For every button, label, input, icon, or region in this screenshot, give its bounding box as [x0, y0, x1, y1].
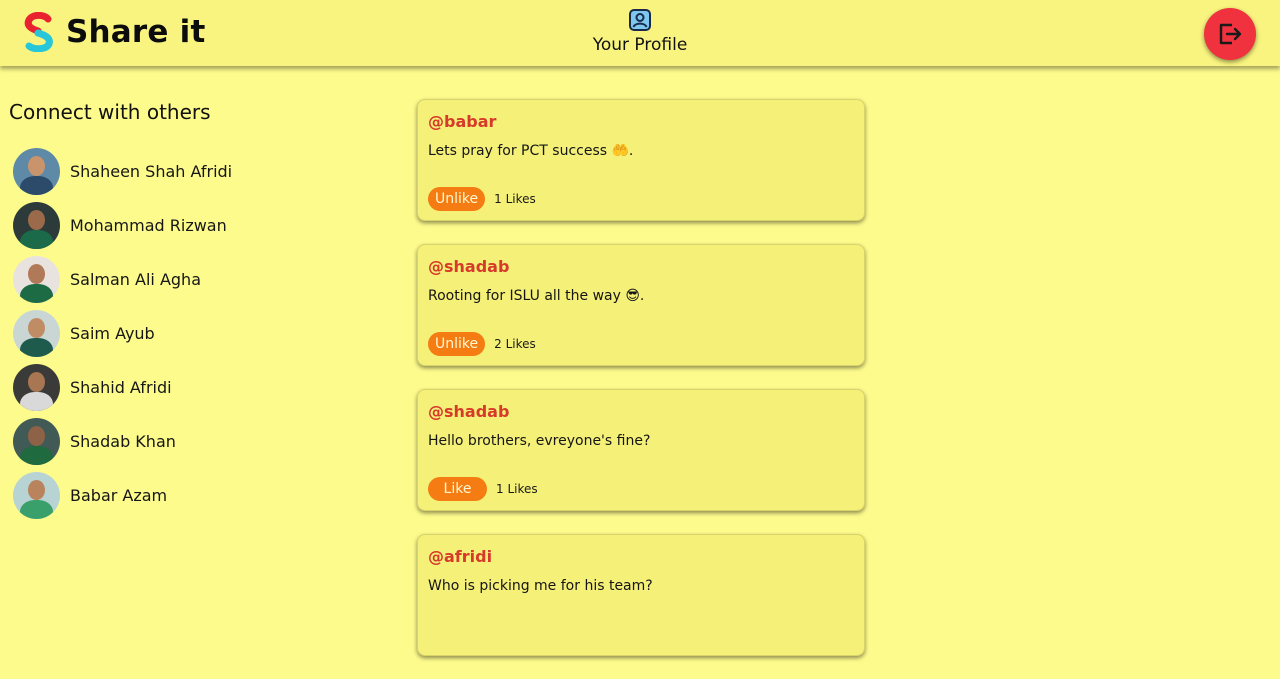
- user-name: Shaheen Shah Afridi: [70, 162, 233, 181]
- avatar: [13, 256, 60, 303]
- share-it-logo-icon: [24, 12, 53, 52]
- app-logo[interactable]: Share it: [22, 12, 205, 52]
- post-text: Rooting for ISLU all the way 😎.: [428, 288, 645, 304]
- avatar: [13, 472, 60, 519]
- user-name: Babar Azam: [70, 486, 168, 505]
- app-name: Share it: [66, 14, 206, 50]
- user-item-shahid-afridi[interactable]: Shahid Afridi: [13, 364, 232, 411]
- post-card: @shadab Rooting for ISLU all the way 😎. …: [417, 244, 865, 366]
- your-profile-link[interactable]: Your Profile: [560, 8, 720, 60]
- post-text: Hello brothers, evreyone's fine?: [428, 433, 651, 449]
- logout-button[interactable]: [1204, 8, 1256, 60]
- like-row: Like 1 Likes: [428, 477, 538, 501]
- unlike-button[interactable]: Unlike: [428, 332, 486, 356]
- posts-feed: @babar Lets pray for PCT success 🤲. Unli…: [417, 99, 865, 679]
- like-row: Unlike 1 Likes: [428, 187, 536, 211]
- profile-icon: [629, 9, 651, 31]
- user-item-salman-ali-agha[interactable]: Salman Ali Agha: [13, 256, 232, 303]
- logout-icon: [1219, 23, 1242, 45]
- user-item-mohammad-rizwan[interactable]: Mohammad Rizwan: [13, 202, 232, 249]
- user-list: Shaheen Shah Afridi Mohammad Rizwan Salm…: [13, 148, 232, 526]
- like-row: Unlike 2 Likes: [428, 332, 536, 356]
- likes-count: 2 Likes: [494, 337, 536, 351]
- user-item-babar-azam[interactable]: Babar Azam: [13, 472, 232, 519]
- top-bar: Share it Your Profile: [0, 0, 1280, 66]
- user-item-shaheen-shah-afridi[interactable]: Shaheen Shah Afridi: [13, 148, 232, 195]
- post-card: @shadab Hello brothers, evreyone's fine?…: [417, 389, 865, 511]
- user-name: Shahid Afridi: [70, 378, 172, 397]
- post-card: @babar Lets pray for PCT success 🤲. Unli…: [417, 99, 865, 221]
- user-item-shadab-khan[interactable]: Shadab Khan: [13, 418, 232, 465]
- your-profile-label: Your Profile: [592, 35, 688, 55]
- unlike-button[interactable]: Unlike: [428, 187, 486, 211]
- likes-count: 1 Likes: [494, 192, 536, 206]
- post-author[interactable]: @afridi: [428, 547, 492, 566]
- avatar: [13, 202, 60, 249]
- user-name: Shadab Khan: [70, 432, 176, 451]
- user-name: Mohammad Rizwan: [70, 216, 227, 235]
- post-text: Lets pray for PCT success 🤲.: [428, 143, 634, 159]
- connect-sidebar: Connect with others Shaheen Shah Afridi …: [0, 66, 400, 606]
- user-name: Saim Ayub: [70, 324, 155, 343]
- like-button[interactable]: Like: [428, 477, 487, 501]
- avatar: [13, 310, 60, 357]
- user-item-saim-ayub[interactable]: Saim Ayub: [13, 310, 232, 357]
- likes-count: 1 Likes: [496, 482, 538, 496]
- post-author[interactable]: @shadab: [428, 257, 509, 276]
- post-card: @afridi Who is picking me for his team?: [417, 534, 865, 656]
- avatar: [13, 148, 60, 195]
- user-name: Salman Ali Agha: [70, 270, 201, 289]
- avatar: [13, 364, 60, 411]
- sidebar-title: Connect with others: [9, 100, 211, 124]
- post-author[interactable]: @shadab: [428, 402, 509, 421]
- post-text: Who is picking me for his team?: [428, 578, 653, 594]
- post-author[interactable]: @babar: [428, 112, 496, 131]
- avatar: [13, 418, 60, 465]
